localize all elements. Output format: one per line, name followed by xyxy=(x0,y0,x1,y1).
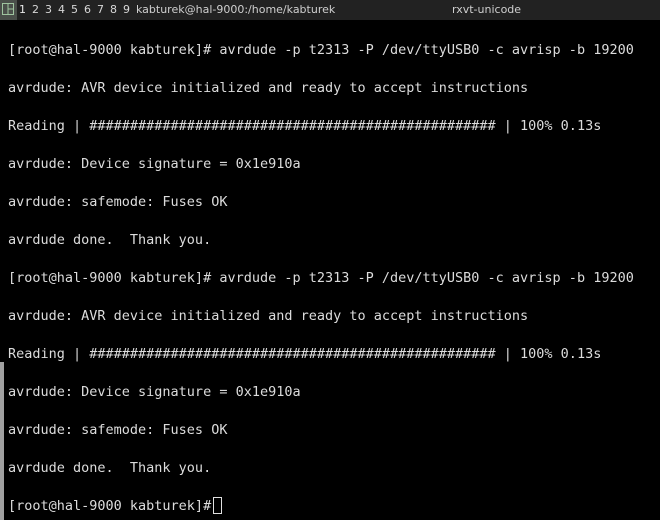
terminal-line: avrdude: safemode: Fuses OK xyxy=(8,422,228,438)
terminal-line: Reading | ##############################… xyxy=(8,346,602,362)
tag-6[interactable]: 6 xyxy=(84,3,91,17)
tag-8[interactable]: 8 xyxy=(110,3,117,17)
terminal-line: [root@hal-9000 kabturek]# avrdude -p t23… xyxy=(8,270,634,286)
shell-prompt: [root@hal-9000 kabturek]# xyxy=(8,498,212,514)
tag-9[interactable]: 9 xyxy=(123,3,130,17)
text-cursor[interactable] xyxy=(213,497,223,514)
terminal-line: avrdude: Device signature = 0x1e910a xyxy=(8,156,301,172)
terminal-line: avrdude: Device signature = 0x1e910a xyxy=(8,384,301,400)
tag-3[interactable]: 3 xyxy=(45,3,52,17)
tag-4[interactable]: 4 xyxy=(58,3,65,17)
prompt-line[interactable]: [root@hal-9000 kabturek]# xyxy=(8,497,223,515)
tag-7[interactable]: 7 xyxy=(97,3,104,17)
status-bar: 1 2 3 4 5 6 7 8 9 kabturek@hal-9000:/hom… xyxy=(0,0,660,20)
terminal-line: avrdude: AVR device initialized and read… xyxy=(8,80,529,96)
terminal-line: avrdude: AVR device initialized and read… xyxy=(8,308,529,324)
terminal-window[interactable]: [root@hal-9000 kabturek]# avrdude -p t23… xyxy=(0,20,660,520)
terminal-line: [root@hal-9000 kabturek]# avrdude -p t23… xyxy=(8,42,634,58)
layout-indicator[interactable] xyxy=(0,0,17,20)
tag-1[interactable]: 1 xyxy=(19,3,26,17)
terminal-line: avrdude done. Thank you. xyxy=(8,460,212,476)
layout-icon xyxy=(2,3,14,15)
terminal-line: avrdude: safemode: Fuses OK xyxy=(8,194,228,210)
terminal-line: avrdude done. Thank you. xyxy=(8,232,212,248)
window-title: kabturek@hal-9000:/home/kabturek xyxy=(136,3,336,16)
scroll-indicator[interactable] xyxy=(0,362,4,520)
window-class: rxvt-unicode xyxy=(452,3,522,16)
terminal-line: Reading | ##############################… xyxy=(8,118,602,134)
tag-5[interactable]: 5 xyxy=(71,3,78,17)
tag-2[interactable]: 2 xyxy=(32,3,39,17)
